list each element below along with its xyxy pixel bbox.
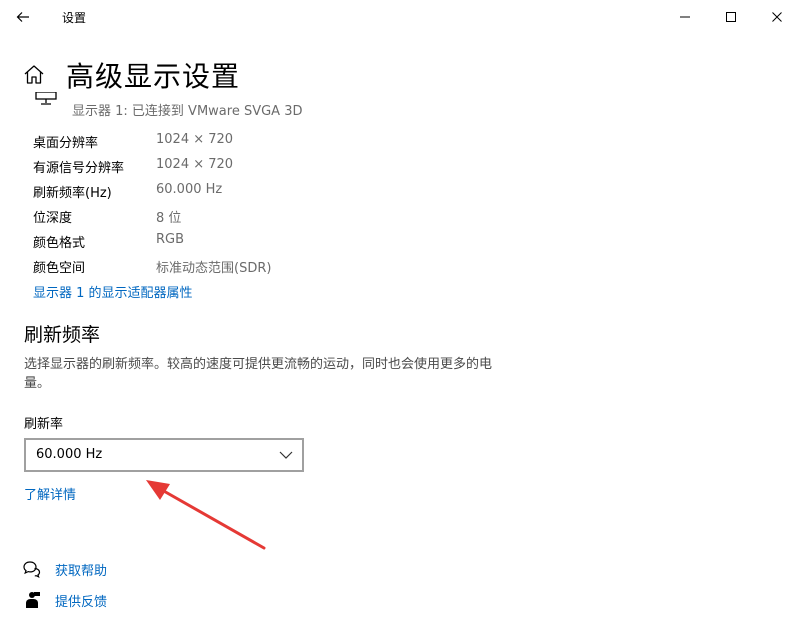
refresh-rate-dropdown[interactable]: 60.000 Hz <box>24 438 304 472</box>
display-connection-text: 显示器 1: 已连接到 VMware SVGA 3D <box>72 104 303 119</box>
help-chat-icon <box>22 559 42 579</box>
back-arrow-icon <box>16 12 29 22</box>
refresh-section-description: 选择显示器的刷新频率。较高的速度可提供更流畅的运动，同时也会使用更多的电量。 <box>24 357 493 391</box>
info-value: 1024 × 720 <box>156 157 234 172</box>
back-button[interactable] <box>8 2 38 32</box>
display-adapter-properties-link[interactable]: 显示器 1 的显示适配器属性 <box>33 282 193 301</box>
refresh-section-title: 刷新频率 <box>24 324 101 346</box>
give-feedback-label: 提供反馈 <box>55 594 108 610</box>
info-label: 桌面分辨率 <box>33 136 99 151</box>
maximize-icon <box>726 12 736 22</box>
give-feedback-link[interactable]: 提供反馈 <box>22 589 107 611</box>
info-label: 刷新频率(Hz) <box>33 186 112 201</box>
info-label: 有源信号分辨率 <box>33 161 125 176</box>
info-value: RGB <box>156 232 185 247</box>
refresh-rate-label: 刷新率 <box>24 417 64 432</box>
get-help-label: 获取帮助 <box>55 563 108 579</box>
refresh-rate-selected-value: 60.000 Hz <box>36 447 103 462</box>
info-label: 颜色空间 <box>33 261 86 276</box>
feedback-icon <box>22 590 42 610</box>
minimize-button[interactable] <box>662 0 708 34</box>
home-button[interactable] <box>22 63 46 87</box>
info-label: 位深度 <box>33 211 73 226</box>
close-button[interactable] <box>754 0 798 34</box>
page-title: 高级显示设置 <box>66 60 241 93</box>
chevron-down-icon <box>279 451 293 459</box>
title-bar: 设置 <box>0 0 798 34</box>
learn-more-link[interactable]: 了解详情 <box>24 484 76 503</box>
minimize-icon <box>680 16 690 18</box>
maximize-button[interactable] <box>708 0 754 34</box>
info-label: 颜色格式 <box>33 236 86 251</box>
info-value: 1024 × 720 <box>156 132 234 147</box>
monitor-icon <box>34 91 58 105</box>
settings-window: 设置 高级显示设置 显示器 1: 已连接到 VMware SVGA 3D 桌面分… <box>0 0 798 633</box>
annotation-arrow <box>146 480 266 550</box>
window-title: 设置 <box>62 11 87 25</box>
info-value: 60.000 Hz <box>156 182 223 197</box>
info-value: 8 位 <box>156 211 182 226</box>
get-help-link[interactable]: 获取帮助 <box>22 558 107 580</box>
home-icon <box>24 65 44 84</box>
close-icon <box>772 12 782 22</box>
info-value: 标准动态范围(SDR) <box>156 261 272 276</box>
